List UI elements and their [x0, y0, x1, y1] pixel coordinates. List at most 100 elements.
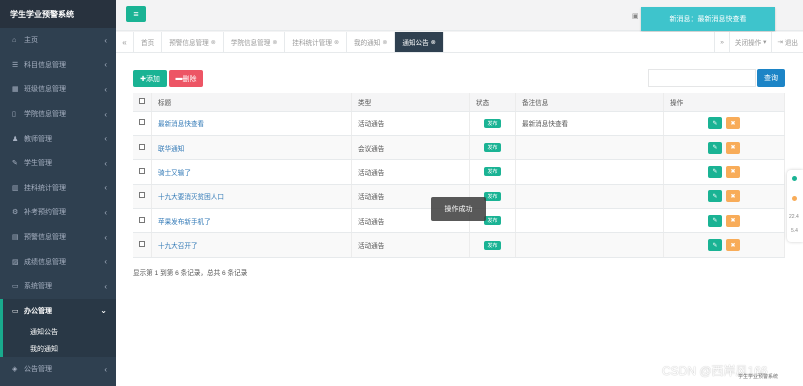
- notice-title-link[interactable]: 十九大要消灭贫困人口: [158, 194, 224, 201]
- tab-label: 学院信息管理: [230, 40, 271, 47]
- new-message-toast[interactable]: 新消息：最新消息快查看: [641, 7, 775, 31]
- sidebar-item[interactable]: ▭ 系统管理 ‹: [0, 274, 116, 299]
- row-checkbox[interactable]: [133, 232, 152, 258]
- student-icon: ✎: [12, 160, 18, 168]
- hamburger-icon: ≡: [133, 9, 139, 19]
- col-status-header[interactable]: 状态: [469, 93, 516, 112]
- close-icon[interactable]: ⊗: [272, 39, 277, 46]
- edit-button[interactable]: ✎: [708, 117, 722, 130]
- status-dot-icon: [792, 176, 797, 181]
- sidebar-item[interactable]: ☰ 科目信息管理 ‹: [0, 53, 116, 78]
- tab[interactable]: 我的通知 ⊗: [347, 32, 396, 52]
- row-checkbox[interactable]: [133, 184, 152, 210]
- chevron-icon: ⌄: [100, 306, 107, 316]
- sidebar-item[interactable]: ◈ 公告管理 ‹: [0, 357, 116, 382]
- tab[interactable]: 预警信息管理 ⊗: [162, 32, 224, 52]
- sidebar-item[interactable]: ▦ 班级信息管理 ‹: [0, 77, 116, 102]
- calendar-icon: ▦: [12, 86, 19, 94]
- notice-title-link[interactable]: 骑士又输了: [158, 170, 191, 177]
- pagination-info: 显示第 1 到第 6 条记录，总共 6 条记录: [133, 270, 248, 277]
- tab-label: 预警信息管理: [169, 40, 209, 47]
- select-all-checkbox[interactable]: [133, 93, 152, 112]
- status-badge: 发布: [484, 191, 501, 201]
- notice-type: 活动通告: [351, 232, 470, 258]
- delete-row-button[interactable]: ✖: [726, 239, 740, 252]
- delete-row-button[interactable]: ✖: [726, 214, 740, 227]
- close-icon: ✖: [730, 218, 736, 225]
- sidebar-item[interactable]: ▥ 挂科统计管理 ‹: [0, 176, 116, 201]
- submenu-item[interactable]: 我的通知: [3, 340, 116, 357]
- row-checkbox[interactable]: [133, 135, 152, 161]
- tab-label: 挂科统计管理: [292, 40, 332, 47]
- sidebar-item[interactable]: ⌂ 主页 ‹: [0, 28, 116, 53]
- home-icon: ⌂: [12, 36, 17, 44]
- widget-value: 22.4: [789, 214, 799, 220]
- notification-icon[interactable]: ▣: [632, 12, 639, 20]
- submenu-item[interactable]: 通知公告: [3, 323, 116, 340]
- sidebar-item[interactable]: ⚙ 补考预约管理 ‹: [0, 200, 116, 225]
- row-checkbox[interactable]: [133, 111, 152, 136]
- edit-button[interactable]: ✎: [708, 239, 722, 252]
- notice-title-link[interactable]: 十九大召开了: [158, 243, 198, 250]
- close-icon[interactable]: ⊗: [334, 39, 339, 46]
- search-input[interactable]: [648, 69, 756, 87]
- sidebar-item[interactable]: ▤ 预警信息管理 ‹: [0, 225, 116, 250]
- sidebar-item[interactable]: ▯ 学院信息管理 ‹: [0, 102, 116, 127]
- tab[interactable]: 挂科统计管理 ⊗: [285, 32, 347, 52]
- sidebar-item-label: 预警信息管理: [24, 234, 66, 242]
- edit-icon: ✎: [712, 193, 718, 200]
- sidebar-item-label: 补考预约管理: [24, 209, 66, 217]
- close-ops-menu[interactable]: 关闭操作 ▾: [728, 32, 772, 52]
- delete-row-button[interactable]: ✖: [726, 117, 740, 130]
- menu-toggle-button[interactable]: ≡: [126, 6, 146, 22]
- delete-button[interactable]: ▬ 删除: [169, 70, 203, 87]
- edit-icon: ✎: [712, 169, 718, 176]
- row-checkbox[interactable]: [133, 208, 152, 234]
- search-button[interactable]: 查询: [757, 69, 785, 87]
- edit-button[interactable]: ✎: [708, 190, 722, 203]
- notice-title-link[interactable]: 苹果发布新手机了: [158, 219, 211, 226]
- col-title-header[interactable]: 标题: [151, 93, 352, 112]
- close-icon: ✖: [730, 145, 736, 152]
- delete-row-button[interactable]: ✖: [726, 165, 740, 178]
- tab[interactable]: 首页: [134, 32, 163, 52]
- edit-button[interactable]: ✎: [708, 165, 722, 178]
- tab-bar: « 首页 预警信息管理 ⊗ 学院信息管理 ⊗ 挂科统计管理 ⊗ 我的通知 ⊗ 通知公告 ⊗ » 关闭…: [116, 32, 803, 53]
- logout-button[interactable]: ⇥ 退出: [771, 32, 803, 52]
- row-checkbox[interactable]: [133, 159, 152, 185]
- logout-icon: ⇥: [777, 39, 783, 46]
- notice-title-link[interactable]: 联华通知: [158, 146, 184, 153]
- col-actions-header: 操作: [663, 93, 785, 112]
- edit-icon: ✎: [712, 120, 718, 127]
- notice-title-link[interactable]: 最新消息快查看: [158, 121, 204, 128]
- sidebar-item[interactable]: ▭ 办公管理 ⌄: [0, 298, 116, 324]
- sidebar-item[interactable]: ♟ 教师管理 ‹: [0, 126, 116, 151]
- tab[interactable]: 通知公告 ⊗: [395, 32, 444, 52]
- submenu: 通知公告 我的通知: [0, 323, 116, 358]
- tab-scroll-right-icon[interactable]: »: [714, 32, 729, 52]
- add-button[interactable]: ✚ 添加: [133, 70, 167, 87]
- top-header: ≡ ▣ 新消息：最新消息快查看: [116, 0, 803, 31]
- col-remark-header[interactable]: 备注信息: [515, 93, 664, 112]
- edit-button[interactable]: ✎: [708, 214, 722, 227]
- edit-button[interactable]: ✎: [708, 141, 722, 154]
- file-icon: ▯: [12, 111, 16, 119]
- close-icon[interactable]: ⊗: [382, 39, 387, 46]
- close-icon[interactable]: ⊗: [211, 39, 216, 46]
- tab-scroll-left-icon[interactable]: «: [116, 32, 134, 52]
- trash-icon: ▬: [175, 75, 183, 82]
- close-icon[interactable]: ⊗: [431, 39, 436, 46]
- col-type-header[interactable]: 类型: [351, 93, 470, 112]
- notice-type: 会议通告: [351, 135, 470, 161]
- sidebar-item-label: 挂科统计管理: [24, 184, 66, 192]
- tab[interactable]: 学院信息管理 ⊗: [224, 32, 286, 52]
- speed-widget[interactable]: 22.4 5.4: [787, 170, 803, 242]
- delete-row-button[interactable]: ✖: [726, 190, 740, 203]
- notice-remark: [515, 159, 664, 185]
- sidebar-item[interactable]: ✎ 学生管理 ‹: [0, 151, 116, 176]
- status-badge: 发布: [484, 240, 501, 250]
- sidebar-item[interactable]: ▨ 成绩信息管理 ‹: [0, 249, 116, 274]
- chevron-icon: ‹: [104, 257, 107, 267]
- delete-row-button[interactable]: ✖: [726, 141, 740, 154]
- table-row: 联华通知 会议通告 发布 ✎ ✖: [133, 135, 785, 161]
